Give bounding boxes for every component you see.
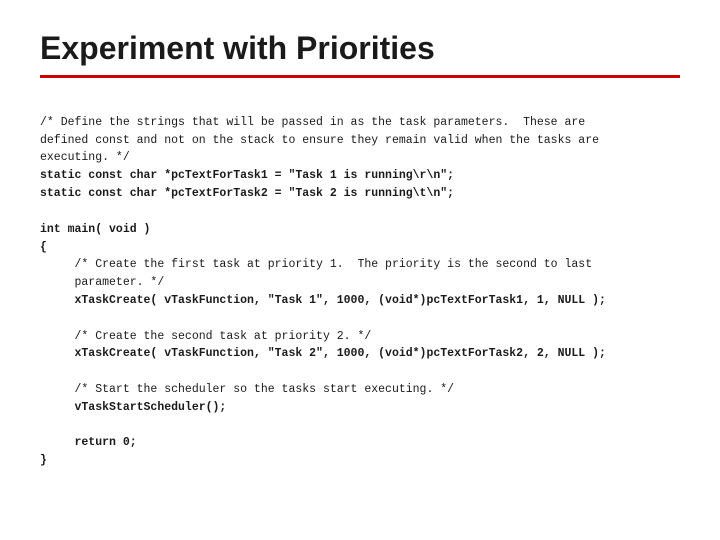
code-line-16: /* Start the scheduler so the tasks star…	[40, 383, 454, 396]
slide-title: Experiment with Priorities	[40, 30, 680, 67]
code-line-4: static const char *pcTextForTask1 = "Tas…	[40, 169, 454, 182]
slide: Experiment with Priorities /* Define the…	[0, 0, 720, 540]
code-line-9: /* Create the first task at priority 1. …	[40, 258, 592, 289]
code-block: /* Define the strings that will be passe…	[40, 96, 680, 488]
code-line-19: return 0;	[40, 436, 137, 449]
code-line-1: /* Define the strings that will be passe…	[40, 116, 599, 165]
code-line-17: vTaskStartScheduler();	[40, 401, 226, 414]
code-line-14: xTaskCreate( vTaskFunction, "Task 2", 10…	[40, 347, 606, 360]
code-line-13: /* Create the second task at priority 2.…	[40, 330, 371, 343]
code-line-7: int main( void )	[40, 223, 150, 236]
title-underline	[40, 75, 680, 78]
code-line-5: static const char *pcTextForTask2 = "Tas…	[40, 187, 454, 200]
code-line-20: }	[40, 454, 47, 467]
code-line-11: xTaskCreate( vTaskFunction, "Task 1", 10…	[40, 294, 606, 307]
code-line-8: {	[40, 241, 47, 254]
